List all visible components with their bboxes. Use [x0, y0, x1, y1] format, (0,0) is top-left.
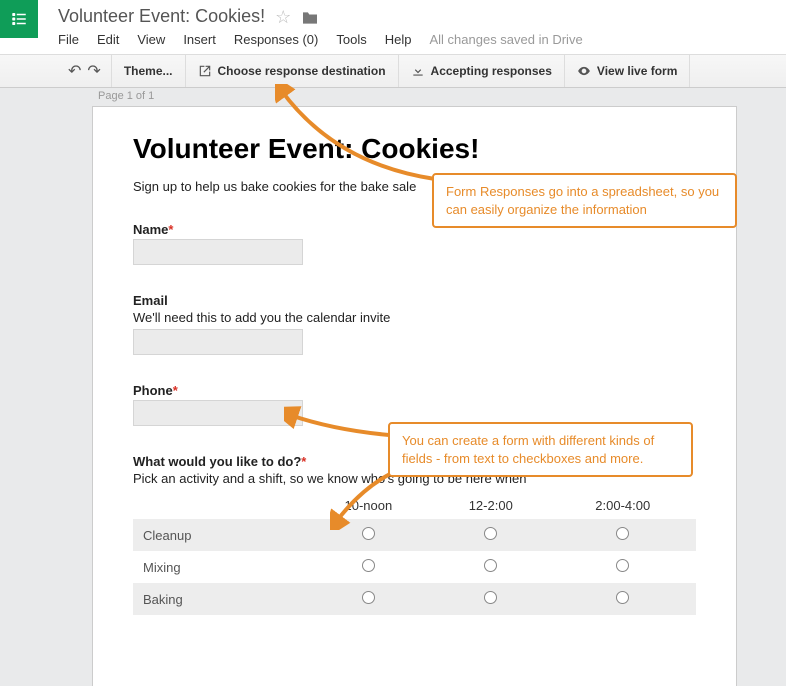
- eye-icon: [577, 64, 591, 78]
- email-input[interactable]: [133, 329, 303, 355]
- menu-file[interactable]: File: [58, 32, 79, 47]
- view-live-form-button[interactable]: View live form: [565, 55, 690, 87]
- theme-button[interactable]: Theme...: [112, 55, 186, 87]
- accepting-responses-label: Accepting responses: [431, 64, 552, 78]
- name-input[interactable]: [133, 239, 303, 265]
- menu-help[interactable]: Help: [385, 32, 412, 47]
- radio-option[interactable]: [362, 591, 375, 604]
- document-title[interactable]: Volunteer Event: Cookies!: [58, 6, 265, 27]
- activity-grid: 10-noon 12-2:00 2:00-4:00 Cleanup Mixing: [133, 492, 696, 615]
- radio-option[interactable]: [484, 591, 497, 604]
- grid-col-header: 2:00-4:00: [550, 492, 696, 519]
- required-asterisk: *: [173, 383, 178, 398]
- choose-destination-label: Choose response destination: [218, 64, 386, 78]
- annotation-arrow: [275, 84, 445, 184]
- menu-tools[interactable]: Tools: [336, 32, 366, 47]
- grid-col-header: 12-2:00: [432, 492, 550, 519]
- undo-button[interactable]: ↶: [68, 61, 81, 81]
- forms-icon: [10, 10, 28, 28]
- menu-bar: File Edit View Insert Responses (0) Tool…: [58, 32, 583, 47]
- page-indicator: Page 1 of 1: [98, 90, 154, 102]
- radio-option[interactable]: [616, 559, 629, 572]
- menu-view[interactable]: View: [137, 32, 165, 47]
- destination-icon: [198, 64, 212, 78]
- radio-option[interactable]: [484, 527, 497, 540]
- table-row: Cleanup: [133, 519, 696, 551]
- name-field: Name*: [133, 222, 696, 265]
- star-icon[interactable]: ☆: [275, 8, 291, 26]
- radio-option[interactable]: [616, 527, 629, 540]
- activity-field: What would you like to do?* Pick an acti…: [133, 454, 696, 615]
- folder-icon[interactable]: [301, 8, 319, 26]
- download-icon: [411, 64, 425, 78]
- email-label: Email: [133, 293, 168, 308]
- phone-input[interactable]: [133, 400, 303, 426]
- annotation-callout: Form Responses go into a spreadsheet, so…: [432, 173, 737, 228]
- email-field: Email We'll need this to add you the cal…: [133, 293, 696, 355]
- view-live-form-label: View live form: [597, 64, 677, 78]
- grid-row-label: Cleanup: [133, 519, 305, 551]
- name-label: Name: [133, 222, 168, 237]
- radio-option[interactable]: [616, 591, 629, 604]
- radio-option[interactable]: [362, 559, 375, 572]
- email-help: We'll need this to add you the calendar …: [133, 310, 696, 325]
- redo-button[interactable]: ↷: [87, 61, 100, 81]
- accepting-responses-button[interactable]: Accepting responses: [399, 55, 565, 87]
- theme-label: Theme...: [124, 64, 173, 78]
- activity-label: What would you like to do?: [133, 454, 301, 469]
- table-row: Baking: [133, 583, 696, 615]
- grid-row-label: Baking: [133, 583, 305, 615]
- annotation-callout: You can create a form with different kin…: [388, 422, 693, 477]
- phone-field: Phone*: [133, 383, 696, 426]
- annotation-arrow: [284, 405, 394, 445]
- app-icon[interactable]: [0, 0, 38, 38]
- menu-edit[interactable]: Edit: [97, 32, 119, 47]
- annotation-arrow: [330, 470, 400, 530]
- table-row: Mixing: [133, 551, 696, 583]
- required-asterisk: *: [301, 454, 306, 469]
- phone-label: Phone: [133, 383, 173, 398]
- grid-row-label: Mixing: [133, 551, 305, 583]
- menu-insert[interactable]: Insert: [183, 32, 216, 47]
- toolbar: ↶ ↷ Theme... Choose response destination…: [0, 54, 786, 88]
- menu-responses[interactable]: Responses (0): [234, 32, 319, 47]
- radio-option[interactable]: [484, 559, 497, 572]
- required-asterisk: *: [168, 222, 173, 237]
- save-status: All changes saved in Drive: [429, 32, 582, 47]
- choose-destination-button[interactable]: Choose response destination: [186, 55, 399, 87]
